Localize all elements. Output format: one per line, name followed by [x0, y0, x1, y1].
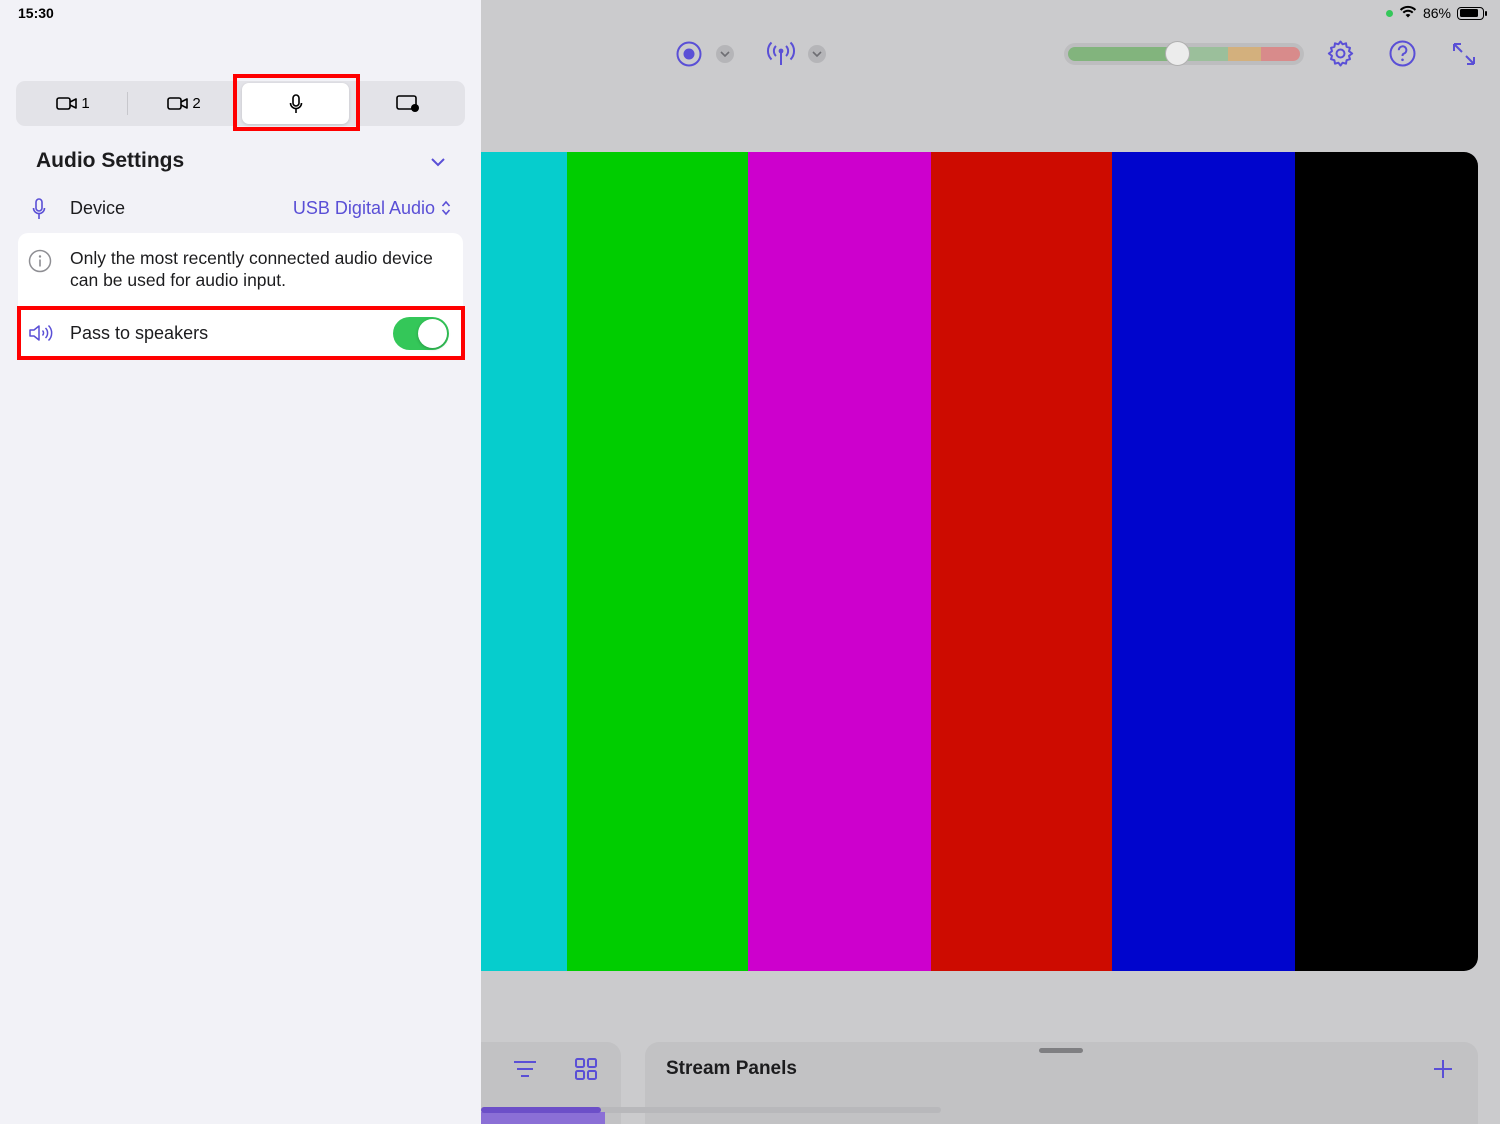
broadcast-button[interactable] — [765, 40, 797, 68]
info-card: Only the most recently connected audio d… — [18, 233, 463, 308]
screen-overlay-icon — [395, 94, 419, 112]
highlight-pass-to-speakers — [17, 306, 465, 360]
up-down-chevron-icon — [441, 200, 451, 221]
help-icon — [1389, 40, 1416, 67]
filter-list-icon — [514, 1061, 536, 1077]
wifi-icon — [1399, 5, 1417, 21]
chevron-down-icon — [431, 158, 445, 167]
settings-gear-icon — [1327, 40, 1354, 67]
camera-preview[interactable] — [481, 152, 1478, 971]
help-button[interactable] — [1389, 40, 1416, 67]
list-view-button[interactable] — [513, 1059, 537, 1079]
sheet-grabber-handle[interactable] — [1039, 1048, 1083, 1053]
scroll-indicator[interactable] — [481, 1107, 601, 1113]
grid-icon — [575, 1058, 597, 1080]
plus-icon — [1434, 1060, 1452, 1078]
tab-camera-1[interactable]: 1 — [18, 83, 128, 124]
section-title: Audio Settings — [36, 149, 185, 172]
segment-divider — [127, 92, 128, 115]
color-bar — [567, 152, 748, 971]
device-picker[interactable]: USB Digital Audio — [293, 198, 435, 219]
audio-settings-sidebar: 15:30 1 2 Audio Settings Device USB Digi… — [0, 0, 481, 1124]
record-icon — [676, 41, 702, 67]
color-bar — [481, 152, 567, 971]
video-camera-icon — [167, 97, 189, 110]
expand-icon — [1453, 43, 1475, 65]
tab-overlay[interactable] — [352, 83, 463, 124]
color-bar — [1112, 152, 1295, 971]
status-time: 15:30 — [18, 5, 54, 21]
battery-percent: 86% — [1422, 5, 1451, 21]
chevron-down-icon — [716, 45, 734, 63]
camera-in-use-indicator — [1385, 9, 1393, 17]
device-label: Device — [70, 198, 126, 218]
add-stream-panel-button[interactable] — [1432, 1058, 1454, 1080]
collapse-section-button[interactable] — [430, 154, 446, 172]
record-button[interactable] — [676, 41, 702, 67]
tab-label: 2 — [192, 95, 201, 112]
color-bar — [931, 152, 1112, 971]
color-bar — [1295, 152, 1478, 971]
status-indicators: 86% — [1385, 5, 1487, 21]
video-camera-icon — [56, 97, 78, 110]
highlight-audio-tab — [233, 74, 360, 131]
expand-button[interactable] — [1451, 41, 1477, 67]
microphone-icon — [32, 198, 46, 225]
info-icon — [28, 249, 52, 278]
device-row[interactable]: Device USB Digital Audio — [16, 189, 465, 229]
audio-level-slider-thumb[interactable] — [1164, 41, 1190, 66]
tab-label: 1 — [81, 95, 90, 112]
record-options-button[interactable] — [716, 45, 734, 63]
scroll-indicator-base — [481, 1112, 605, 1124]
grid-view-button[interactable] — [574, 1057, 598, 1081]
chevron-down-icon — [808, 45, 826, 63]
battery-icon — [1457, 6, 1487, 20]
broadcast-options-button[interactable] — [808, 45, 826, 63]
settings-button[interactable] — [1326, 39, 1355, 68]
broadcast-icon — [767, 41, 795, 65]
stream-panels-title: Stream Panels — [666, 1058, 797, 1079]
info-text: Only the most recently connected audio d… — [70, 248, 433, 290]
tab-camera-2[interactable]: 2 — [129, 83, 239, 124]
color-bar — [748, 152, 931, 971]
